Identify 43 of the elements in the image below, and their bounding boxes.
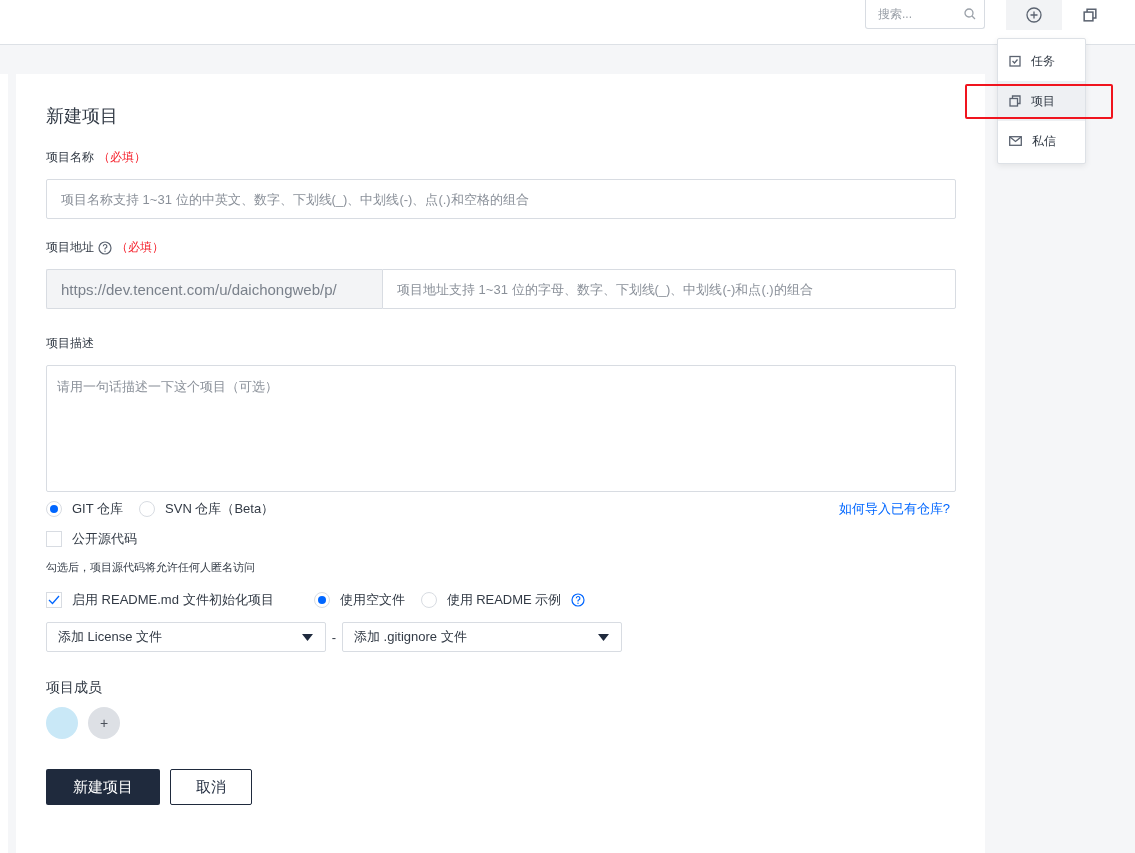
copy-icon bbox=[1083, 8, 1097, 22]
copy-icon bbox=[1009, 95, 1021, 107]
required-note: （必填） bbox=[98, 149, 146, 166]
task-icon bbox=[1009, 55, 1021, 67]
add-member-button[interactable]: + bbox=[88, 707, 120, 739]
field-label: 项目名称 bbox=[46, 149, 94, 166]
envelope-icon bbox=[1009, 136, 1022, 146]
help-icon[interactable] bbox=[571, 593, 586, 607]
member-avatar bbox=[46, 707, 78, 739]
help-icon[interactable] bbox=[98, 240, 112, 255]
project-address-field[interactable]: 项目地址支持 1~31 位的字母、数字、下划线(_)、中划线(-)和点(.)的组合 bbox=[382, 269, 956, 309]
project-name-field[interactable]: 项目名称支持 1~31 位的中英文、数字、下划线(_)、中划线(-)、点(.)和空格的组合 bbox=[46, 179, 956, 219]
caret-icon bbox=[302, 633, 313, 641]
caret-icon bbox=[598, 633, 609, 641]
plus-circle-icon bbox=[1026, 7, 1042, 23]
menu-item[interactable]: 项目 bbox=[998, 81, 1085, 121]
option-label: 使用 README 示例 bbox=[446, 591, 562, 609]
page-title: 新建项目 bbox=[46, 105, 119, 128]
search-field[interactable]: 搜索... bbox=[865, 0, 985, 29]
menu-item[interactable]: 任务 bbox=[998, 41, 1085, 81]
description-field[interactable]: 请用一句话描述一下这个项目（可选） bbox=[46, 365, 956, 492]
hint-text: 勾选后，项目源代码将允许任何人匿名访问 bbox=[46, 560, 256, 575]
gitignore-select[interactable]: 添加 .gitignore 文件 bbox=[342, 622, 622, 652]
cancel-button[interactable]: 取消 bbox=[170, 769, 252, 805]
field-label: 项目描述 bbox=[46, 335, 94, 352]
required-note: （必填） bbox=[116, 239, 164, 256]
checkbox[interactable] bbox=[46, 531, 62, 547]
url-prefix: https://dev.tencent.com/u/daichongweb/p/ bbox=[46, 269, 382, 309]
import-link[interactable]: 如何导入已有仓库? bbox=[838, 500, 950, 518]
option-label: SVN 仓库（Beta） bbox=[165, 500, 275, 518]
license-select[interactable]: 添加 License 文件 bbox=[46, 622, 326, 652]
separator-text: - bbox=[330, 629, 338, 645]
search-icon bbox=[964, 8, 976, 20]
create-project-button[interactable]: 新建项目 bbox=[46, 769, 160, 805]
menu-item[interactable]: 私信 bbox=[998, 121, 1085, 161]
create-button[interactable] bbox=[1006, 0, 1062, 30]
field-label: 项目地址 bbox=[46, 239, 94, 256]
option-label: GIT 仓库 bbox=[72, 500, 124, 518]
section-title: 项目成员 bbox=[46, 679, 103, 697]
option-label: 公开源代码 bbox=[72, 530, 137, 548]
option-label: 启用 README.md 文件初始化项目 bbox=[72, 591, 274, 609]
checkbox[interactable] bbox=[46, 592, 62, 608]
option-label: 使用空文件 bbox=[339, 591, 405, 609]
